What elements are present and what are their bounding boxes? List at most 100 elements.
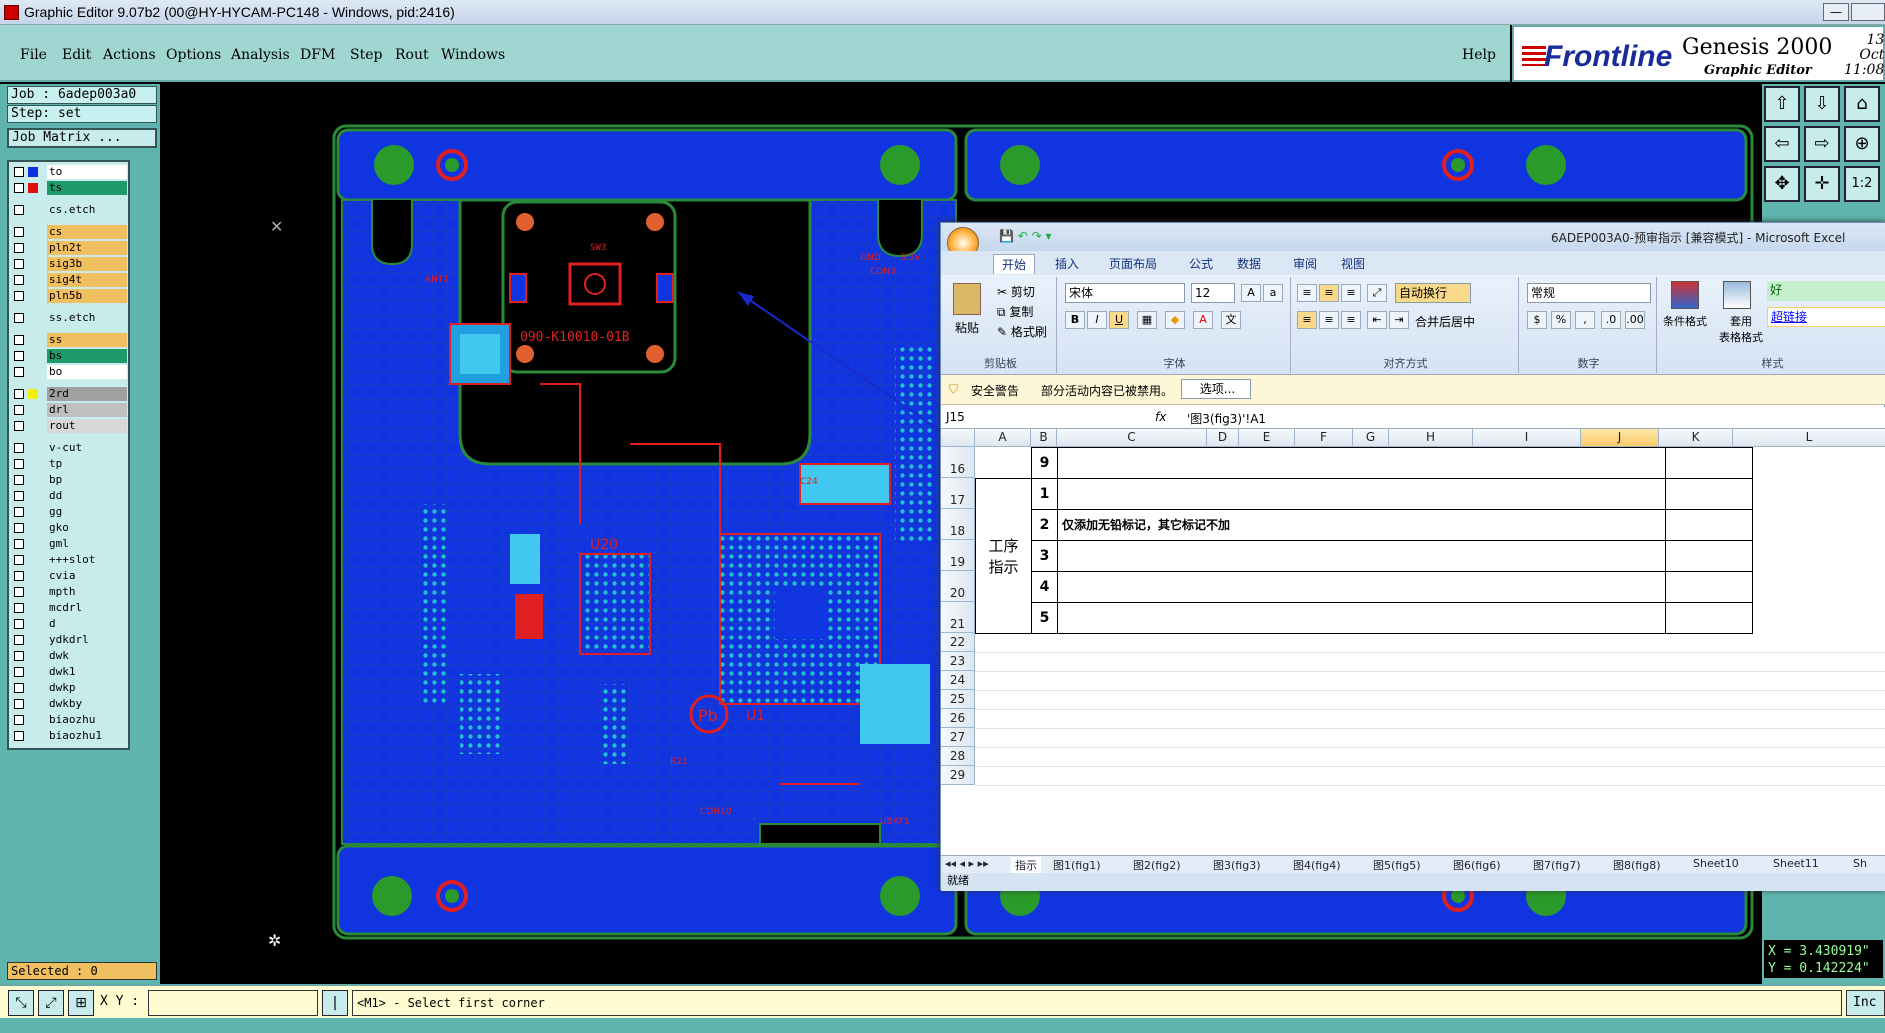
formula-input[interactable]: '图3(fig3)'!A1	[1187, 410, 1266, 427]
layer-name[interactable]: pln2t	[47, 241, 127, 255]
align-middle-icon[interactable]: ≡	[1319, 284, 1339, 302]
increase-decimal-icon[interactable]: .0	[1601, 311, 1621, 329]
column-header[interactable]: K	[1659, 429, 1733, 447]
layer-name[interactable]: +++slot	[47, 553, 127, 567]
layer-checkbox[interactable]	[14, 367, 24, 377]
layer-row[interactable]: dwk1	[11, 665, 128, 679]
layer-name[interactable]: cs	[47, 225, 127, 239]
excel-window[interactable]: 💾 ↶ ↷ ▾ 6ADEP003A0-预审指示 [兼容模式] - Microso…	[940, 222, 1885, 891]
italic-icon[interactable]: I	[1087, 311, 1107, 329]
zoom-window-icon[interactable]: ✥	[1764, 166, 1800, 202]
bold-icon[interactable]: B	[1065, 311, 1085, 329]
layer-checkbox[interactable]	[14, 275, 24, 285]
cell-c[interactable]	[1057, 602, 1666, 634]
wrap-text-button[interactable]: 自动换行	[1395, 283, 1471, 303]
cell-j[interactable]	[1665, 509, 1753, 541]
cell-b[interactable]: 5	[1031, 602, 1058, 634]
row-header[interactable]: 29	[941, 766, 975, 785]
layer-checkbox[interactable]	[14, 667, 24, 677]
cell-j[interactable]	[1665, 478, 1753, 510]
menu-options[interactable]: Options	[166, 47, 221, 63]
cell-b[interactable]: 4	[1031, 571, 1058, 603]
layer-checkbox[interactable]	[14, 243, 24, 253]
layer-name[interactable]: ydkdrl	[47, 633, 127, 647]
layer-name[interactable]: dwk	[47, 649, 127, 663]
layer-name[interactable]: rout	[47, 419, 127, 433]
sheet-tab[interactable]: 图8(fig8)	[1613, 857, 1661, 873]
layer-row[interactable]: mcdrl	[11, 601, 128, 615]
layer-row[interactable]: bp	[11, 473, 128, 487]
style-hyperlink[interactable]: 超链接	[1767, 307, 1885, 327]
layer-name[interactable]: dd	[47, 489, 127, 503]
layer-row[interactable]: cs	[11, 225, 128, 239]
job-matrix-button[interactable]: Job Matrix ...	[7, 128, 157, 148]
layer-checkbox[interactable]	[14, 291, 24, 301]
row-header[interactable]: 27	[941, 728, 975, 747]
comma-icon[interactable]: ,	[1575, 311, 1595, 329]
home-icon[interactable]: ⌂	[1844, 86, 1880, 122]
layer-checkbox[interactable]	[14, 635, 24, 645]
layer-name[interactable]: sig4t	[47, 273, 127, 287]
align-top-icon[interactable]: ≡	[1297, 284, 1317, 302]
layer-checkbox[interactable]	[14, 603, 24, 613]
conditional-format-button[interactable]: 条件格式	[1663, 313, 1707, 329]
layer-checkbox[interactable]	[14, 651, 24, 661]
copy-button[interactable]: ⧉ 复制	[997, 303, 1033, 320]
layer-checkbox[interactable]	[14, 619, 24, 629]
tab-page-layout[interactable]: 页面布局	[1109, 255, 1157, 272]
cell-j[interactable]	[1665, 571, 1753, 603]
layer-row[interactable]: bs	[11, 349, 128, 363]
layer-row[interactable]: ss.etch	[11, 311, 128, 325]
menu-help[interactable]: Help	[1462, 47, 1496, 63]
cell-j[interactable]	[1665, 602, 1753, 634]
layer-name[interactable]: cvia	[47, 569, 127, 583]
column-header[interactable]: E	[1239, 429, 1295, 447]
sheet-tab[interactable]: 图2(fig2)	[1133, 857, 1181, 873]
layer-row[interactable]: pln5b	[11, 289, 128, 303]
layer-checkbox[interactable]	[14, 683, 24, 693]
layer-row[interactable]: tp	[11, 457, 128, 471]
menu-dfm[interactable]: DFM	[300, 47, 335, 63]
layer-checkbox[interactable]	[14, 571, 24, 581]
layer-checkbox[interactable]	[14, 259, 24, 269]
layer-name[interactable]: biaozhu	[47, 713, 127, 727]
menu-edit[interactable]: Edit	[62, 47, 91, 63]
row-header[interactable]: 21	[941, 602, 975, 633]
layer-checkbox[interactable]	[14, 405, 24, 415]
menu-step[interactable]: Step	[350, 47, 382, 63]
currency-icon[interactable]: $	[1527, 311, 1547, 329]
zoom-home-icon[interactable]: ⇧	[1764, 86, 1800, 122]
layer-row[interactable]: 2rd	[11, 387, 128, 401]
layer-row[interactable]: ydkdrl	[11, 633, 128, 647]
sheet-tab[interactable]: 图5(fig5)	[1373, 857, 1421, 873]
layer-name[interactable]: pln5b	[47, 289, 127, 303]
row-header[interactable]: 20	[941, 571, 975, 602]
pan-left-icon[interactable]: ⇦	[1764, 126, 1800, 162]
layer-row[interactable]: dwk	[11, 649, 128, 663]
measure-tool-icon[interactable]: ⤢	[38, 990, 64, 1016]
layer-row[interactable]: dwkby	[11, 697, 128, 711]
align-right-icon[interactable]: ≡	[1341, 311, 1361, 329]
layer-name[interactable]: bo	[47, 365, 127, 379]
shrink-font-icon[interactable]: a	[1263, 284, 1283, 302]
zoom-out-icon[interactable]: ✛	[1804, 166, 1840, 202]
menu-actions[interactable]: Actions	[103, 47, 156, 63]
layer-name[interactable]: dwkby	[47, 697, 127, 711]
tab-review[interactable]: 审阅	[1293, 255, 1317, 272]
layer-row[interactable]: biaozhu1	[11, 729, 128, 743]
sheet-tab[interactable]: 图7(fig7)	[1533, 857, 1581, 873]
column-header[interactable]: G	[1353, 429, 1389, 447]
layer-checkbox[interactable]	[14, 335, 24, 345]
layer-checkbox[interactable]	[14, 313, 24, 323]
row-header[interactable]: 18	[941, 509, 975, 540]
font-size-select[interactable]: 12	[1191, 283, 1235, 303]
layer-row[interactable]: dwkp	[11, 681, 128, 695]
cell-b[interactable]: 1	[1031, 478, 1058, 510]
grow-font-icon[interactable]: A	[1241, 284, 1261, 302]
layer-row[interactable]: bo	[11, 365, 128, 379]
cell-c[interactable]	[1057, 478, 1666, 510]
align-bottom-icon[interactable]: ≡	[1341, 284, 1361, 302]
layer-name[interactable]: sig3b	[47, 257, 127, 271]
layer-name[interactable]: ts	[47, 181, 127, 195]
layer-checkbox[interactable]	[14, 715, 24, 725]
